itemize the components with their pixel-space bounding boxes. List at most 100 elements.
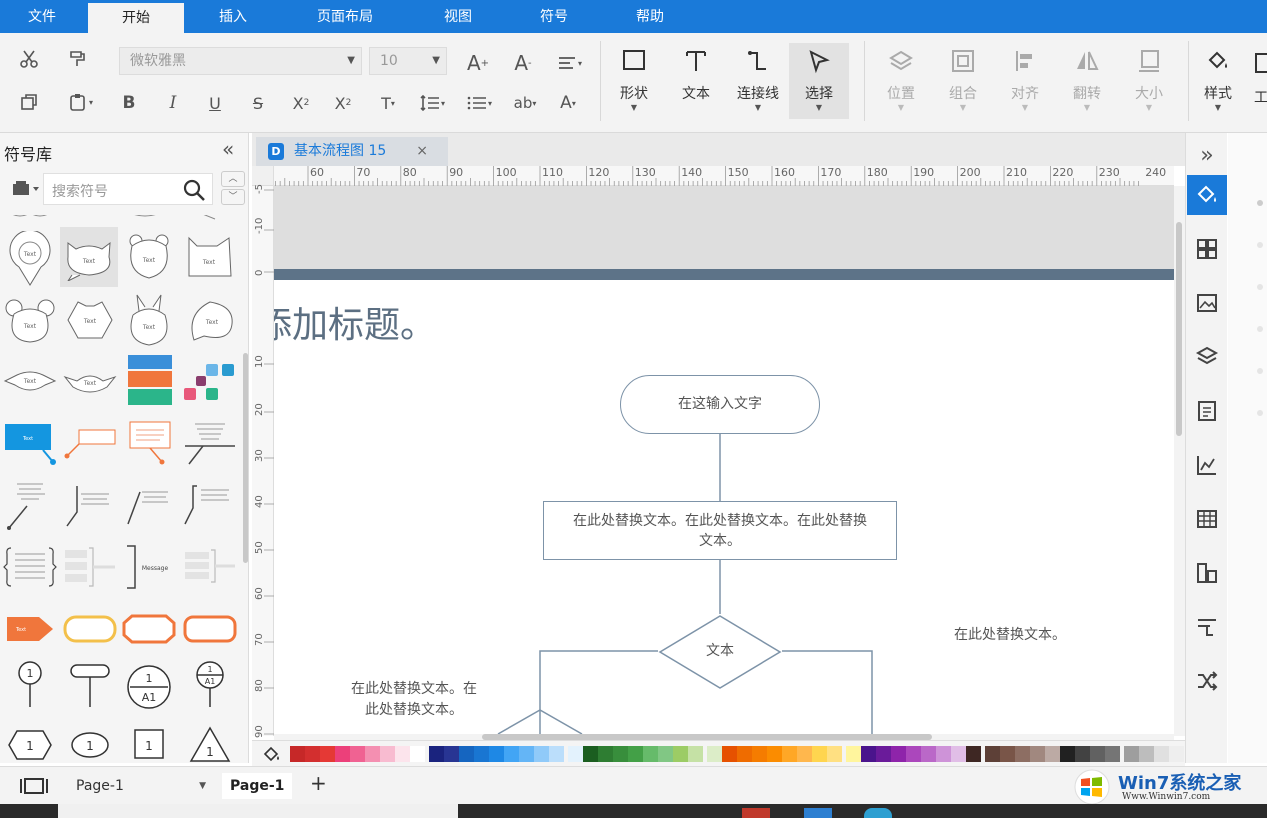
shape-pin-callout[interactable]: Text xyxy=(2,231,58,287)
color-swatch[interactable] xyxy=(459,746,474,762)
copy-icon[interactable] xyxy=(16,90,42,114)
color-swatch[interactable] xyxy=(752,746,767,762)
font-color-icon[interactable]: A ▾ xyxy=(550,91,586,115)
increase-font-icon[interactable]: A + xyxy=(465,51,491,75)
document-tab[interactable]: D 基本流程图 15 × xyxy=(256,137,448,166)
shape-numbered-ellipse[interactable]: 1 xyxy=(62,717,118,763)
style-button[interactable]: 样式 ▼ xyxy=(1190,43,1246,119)
color-swatch[interactable] xyxy=(906,746,921,762)
color-swatch[interactable] xyxy=(722,746,737,762)
color-swatch[interactable] xyxy=(1139,746,1154,762)
color-swatch[interactable] xyxy=(549,746,564,762)
subscript-icon[interactable]: X2 xyxy=(330,91,356,115)
text-button[interactable]: 文本 xyxy=(668,43,724,119)
position-button[interactable]: 位置 ▼ xyxy=(873,43,929,119)
menu-tab-symbol[interactable]: 符号 xyxy=(516,0,592,33)
shape-orange-rounded[interactable] xyxy=(182,601,238,657)
shape-yellow-pill[interactable] xyxy=(62,601,118,657)
shape-blue-note[interactable]: Text xyxy=(2,415,58,471)
color-swatch[interactable] xyxy=(380,746,395,762)
shape-wing-callout[interactable]: Text xyxy=(2,355,58,411)
color-swatch[interactable] xyxy=(504,746,519,762)
align-button[interactable]: 对齐 ▼ xyxy=(997,43,1053,119)
format-painter-icon[interactable] xyxy=(64,47,90,71)
color-swatch[interactable] xyxy=(658,746,673,762)
color-swatch[interactable] xyxy=(568,746,583,762)
color-swatch[interactable] xyxy=(1075,746,1090,762)
color-swatch[interactable] xyxy=(534,746,549,762)
shape-cat-callout[interactable]: Text xyxy=(60,227,118,287)
drawing-canvas[interactable]: 添加标题。 在这输入文字 在此处替换文本。在此处替换文本。在此处替换 文本。 文… xyxy=(274,186,1174,734)
color-swatch[interactable] xyxy=(673,746,688,762)
font-size-select[interactable]: 10 ▼ xyxy=(369,47,447,75)
color-swatch[interactable] xyxy=(1090,746,1105,762)
connector-button[interactable]: 连接线 ▼ xyxy=(728,43,788,119)
left-text-label[interactable]: 在此处替换文本。在 此处替换文本。 xyxy=(334,679,494,721)
page-view-icon[interactable] xyxy=(20,777,48,795)
color-swatch[interactable] xyxy=(365,746,380,762)
group-button[interactable]: 组合 ▼ xyxy=(935,43,991,119)
menu-tab-view[interactable]: 视图 xyxy=(420,0,496,33)
chart-icon[interactable] xyxy=(1187,445,1227,485)
sidebar-scrollbar[interactable] xyxy=(243,353,248,563)
color-swatch[interactable] xyxy=(598,746,613,762)
color-swatch[interactable] xyxy=(951,746,966,762)
line-spacing-icon[interactable]: ▾ xyxy=(412,91,452,115)
color-swatch[interactable] xyxy=(688,746,703,762)
menu-tab-page-layout[interactable]: 页面布局 xyxy=(290,0,400,33)
shape-annotation-diagonal-3[interactable] xyxy=(121,477,177,533)
shape-bear-callout[interactable]: Text xyxy=(121,231,177,287)
color-swatch[interactable] xyxy=(335,746,350,762)
shape-hexagon-callout[interactable]: Text xyxy=(62,293,118,349)
color-swatch[interactable] xyxy=(846,746,861,762)
color-swatch[interactable] xyxy=(350,746,365,762)
color-swatch[interactable] xyxy=(1000,746,1015,762)
color-swatch[interactable] xyxy=(583,746,598,762)
color-swatch[interactable] xyxy=(936,746,951,762)
menu-tab-insert[interactable]: 插入 xyxy=(190,0,276,33)
color-swatch[interactable] xyxy=(395,746,410,762)
shape-ghost-callout[interactable]: Text xyxy=(182,293,238,349)
underline-icon[interactable]: U xyxy=(202,91,228,115)
text-case-icon[interactable]: T ▾ xyxy=(370,91,406,115)
color-swatch[interactable] xyxy=(429,746,444,762)
shape-orange-line-note[interactable] xyxy=(62,415,118,471)
shape-orange-box-note[interactable] xyxy=(121,415,177,471)
search-input[interactable]: 搜索符号 xyxy=(43,173,213,205)
color-swatch[interactable] xyxy=(489,746,504,762)
add-page-button[interactable]: + xyxy=(310,771,327,795)
shape-numbered-square[interactable]: 1 xyxy=(121,717,177,763)
vertical-scrollbar-thumb[interactable] xyxy=(1176,222,1182,436)
shape-bat-callout[interactable]: Text xyxy=(62,355,118,411)
bullet-list-icon[interactable]: ▾ xyxy=(460,91,498,115)
shape-a1-circle[interactable]: 1 A1 xyxy=(121,659,177,715)
color-swatch[interactable] xyxy=(861,746,876,762)
color-swatch[interactable] xyxy=(1030,746,1045,762)
shape-line-note[interactable] xyxy=(182,415,238,471)
collapse-panel-icon[interactable]: « xyxy=(222,137,234,161)
expand-panel-icon[interactable]: » xyxy=(1187,135,1227,175)
italic-icon[interactable]: I xyxy=(160,91,186,115)
fill-bucket-icon[interactable] xyxy=(262,745,280,763)
cut-icon[interactable] xyxy=(16,47,42,71)
color-swatch[interactable] xyxy=(737,746,752,762)
color-swatch[interactable] xyxy=(320,746,335,762)
color-swatch[interactable] xyxy=(876,746,891,762)
superscript-icon[interactable]: X2 xyxy=(288,91,314,115)
color-swatch[interactable] xyxy=(921,746,936,762)
color-swatch[interactable] xyxy=(444,746,459,762)
text-highlight-icon[interactable]: ab ▾ xyxy=(506,91,544,115)
color-swatch[interactable] xyxy=(305,746,320,762)
shape-annotation-bracket[interactable] xyxy=(182,477,238,533)
shape-annotation-diagonal-2[interactable] xyxy=(62,477,118,533)
page-tab-active[interactable]: Page-1 xyxy=(222,773,293,799)
layers-icon[interactable] xyxy=(1187,337,1227,377)
color-swatch[interactable] xyxy=(519,746,534,762)
shape-numbered-hexagon[interactable]: 1 xyxy=(2,717,58,763)
color-swatch[interactable] xyxy=(1169,746,1184,762)
color-swatch[interactable] xyxy=(707,746,722,762)
side-text-label[interactable]: 在此处替换文本。 xyxy=(954,624,1066,644)
shape-gray-bracket[interactable] xyxy=(62,539,118,595)
shape-cat-box-callout[interactable]: Text xyxy=(182,231,238,287)
shape-rabbit-callout[interactable]: Text xyxy=(121,293,177,349)
